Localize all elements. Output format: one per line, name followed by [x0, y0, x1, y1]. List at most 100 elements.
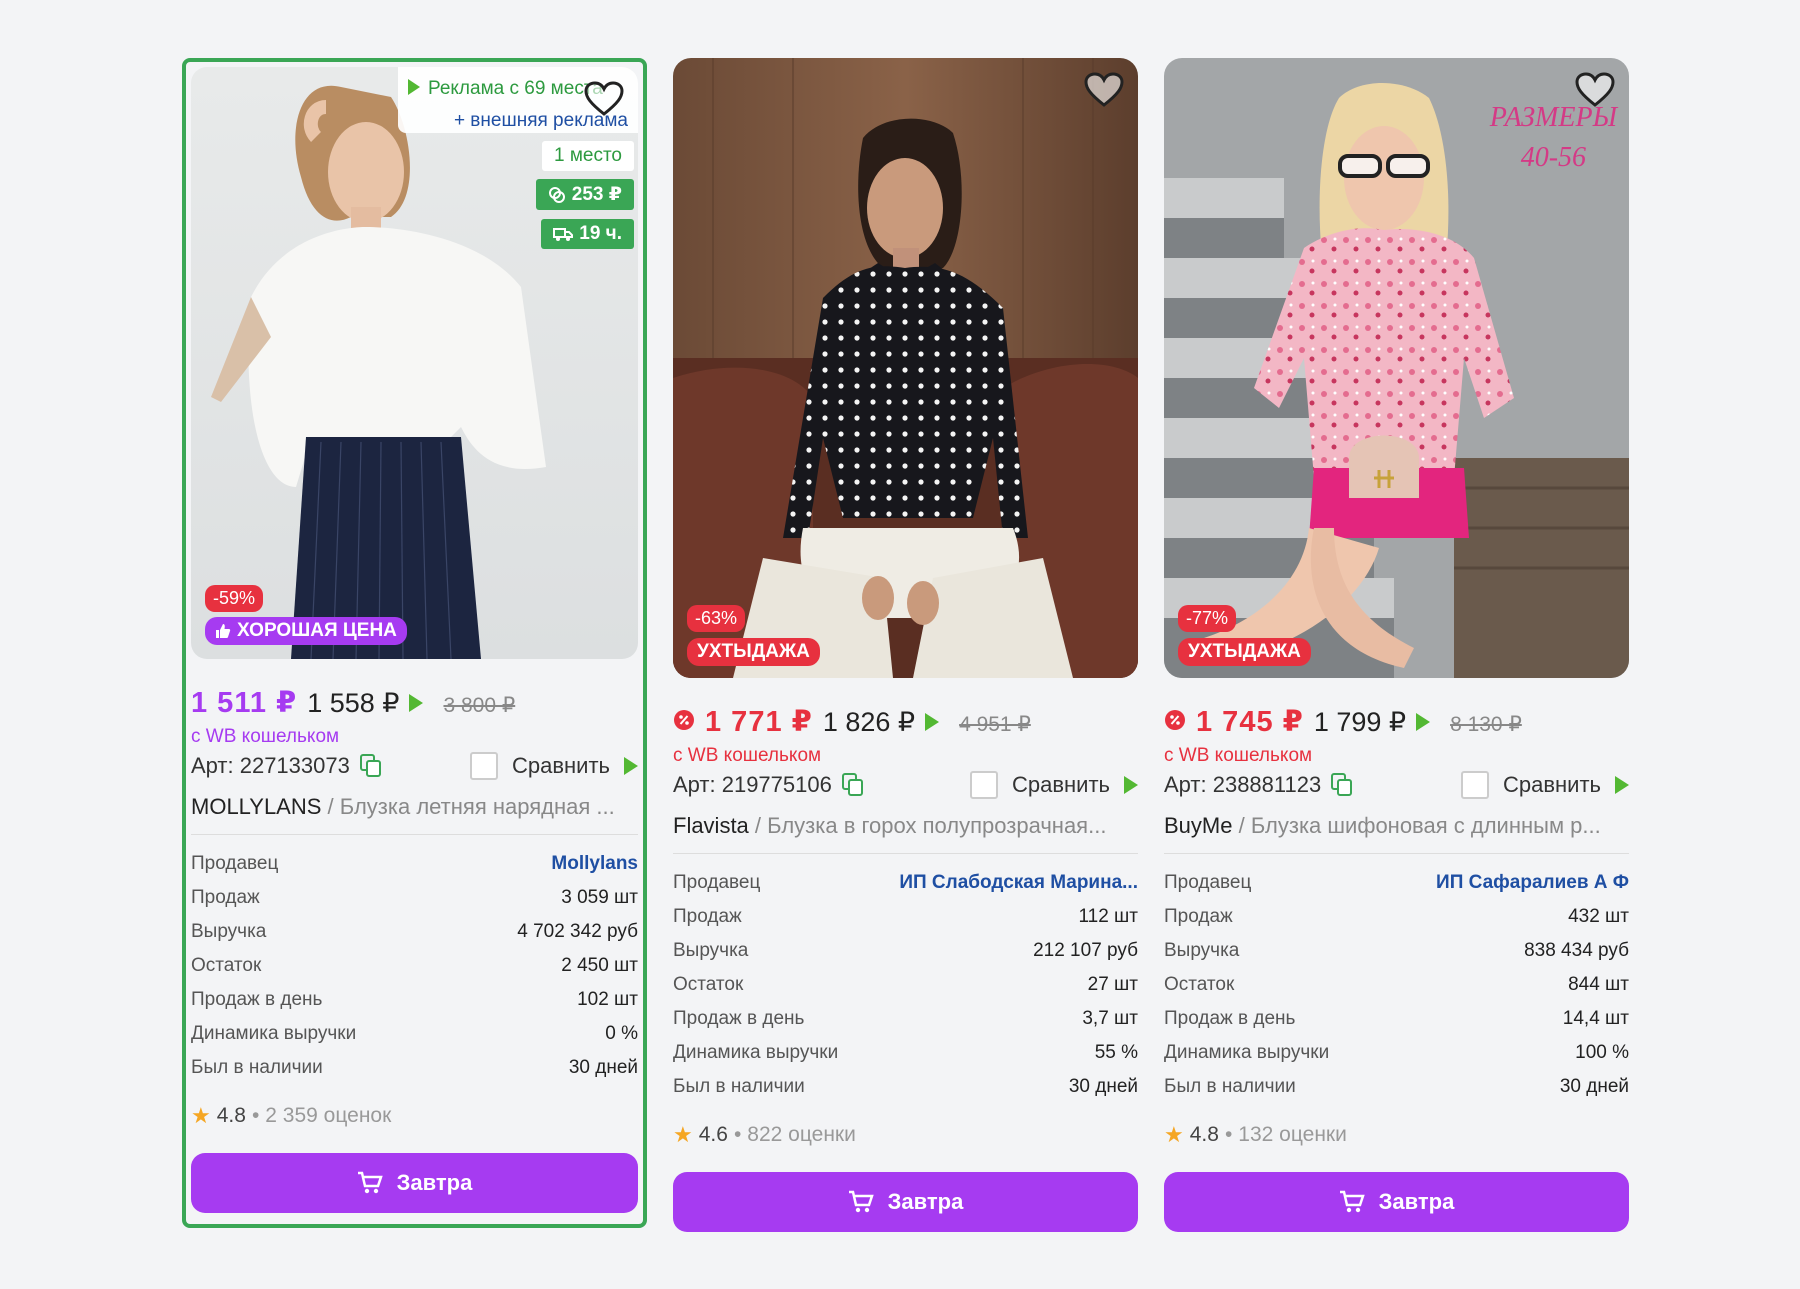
stat-row: Продаж в день 102 шт: [191, 983, 638, 1017]
stat-row: Остаток 2 450 шт: [191, 949, 638, 983]
add-to-cart-button[interactable]: Завтра: [191, 1153, 638, 1213]
stat-row: Продаж 432 шт: [1164, 900, 1629, 934]
stat-value: 2 450 шт: [561, 955, 638, 976]
product-photo[interactable]: РАЗМЕРЫ 40-56 -77% УХТЫДАЖА: [1164, 58, 1629, 678]
price-row: 1 745 ₽ 1 799 ₽ 8 130 ₽: [1164, 704, 1629, 739]
discount-badge: -63%: [687, 605, 746, 632]
product-image: [673, 58, 1138, 678]
star-icon: ★: [1164, 1122, 1184, 1147]
stat-value: 55 %: [1094, 1042, 1138, 1063]
compare-checkbox[interactable]: [969, 771, 998, 799]
rating-value: 4.8: [216, 1104, 246, 1127]
stat-value: 0 %: [605, 1023, 638, 1044]
compare-label: Сравнить: [1502, 772, 1601, 797]
price-row: 1 771 ₽ 1 826 ₽ 4 951 ₽: [673, 704, 1138, 739]
product-card[interactable]: РАЗМЕРЫ 40-56 -77% УХТЫДАЖА 1 745 ₽ 1 79…: [1164, 58, 1629, 1232]
sale-badge: УХТЫДАЖА: [1178, 638, 1311, 666]
play-icon: [1615, 776, 1629, 794]
stat-label: Продаж в день: [1164, 1008, 1296, 1029]
seller-link[interactable]: ИП Сафаралиев А Ф: [1436, 866, 1629, 900]
stats-table: Продавец Mollylans Продаж 3 059 шт Выручка…: [191, 847, 638, 1085]
stat-row: Был в наличии 30 дней: [673, 1070, 1138, 1104]
stat-label: Продавец: [191, 853, 279, 874]
divider: [1164, 853, 1629, 854]
stat-value: 14,4 шт: [1562, 1008, 1629, 1029]
rating-row: ★ 4.6 • 822 оценки: [673, 1122, 1138, 1148]
play-icon: [624, 757, 638, 775]
copy-icon[interactable]: [841, 773, 864, 797]
stat-value: 102 шт: [577, 989, 638, 1010]
stat-row: Динамика выручки 100 %: [1164, 1036, 1629, 1070]
stat-row: Выручка 212 107 руб: [673, 934, 1138, 968]
article: Арт: 219775106: [673, 772, 864, 798]
favorite-heart-icon[interactable]: [584, 81, 624, 117]
stat-row: Динамика выручки 55 %: [673, 1036, 1138, 1070]
article: Арт: 238881123: [1164, 772, 1353, 798]
wallet-note: с WB кошельком: [191, 726, 340, 747]
compare-toggle[interactable]: Сравнить: [969, 771, 1138, 799]
discount-badge: -77%: [1178, 605, 1237, 632]
favorite-heart-icon[interactable]: [1575, 72, 1615, 108]
stat-value: 838 434 руб: [1524, 940, 1629, 961]
button-label: Завтра: [396, 1170, 473, 1195]
button-label: Завтра: [1378, 1189, 1455, 1214]
product-title[interactable]: BuyMe / Блузка шифоновая с длинным р...: [1164, 813, 1629, 839]
stat-label: Динамика выручки: [191, 1023, 357, 1044]
stat-row: Остаток 844 шт: [1164, 968, 1629, 1002]
product-title[interactable]: Flavista / Блузка в горох полупрозрачная…: [673, 813, 1138, 839]
play-icon: [1124, 776, 1138, 794]
stat-label: Выручка: [673, 940, 749, 961]
thumbs-up-icon: [216, 624, 231, 638]
stats-table: Продавец ИП Слабодская Марина... Продаж 11…: [673, 866, 1138, 1104]
stat-value: 30 дней: [568, 1057, 638, 1078]
add-to-cart-button[interactable]: Завтра: [673, 1172, 1138, 1232]
stat-row: Был в наличии 30 дней: [1164, 1070, 1629, 1104]
stat-label: Динамика выручки: [673, 1042, 839, 1063]
stats-table: Продавец ИП Сафаралиев А Ф Продаж 432 шт В…: [1164, 866, 1629, 1104]
stat-label: Продавец: [673, 872, 761, 893]
stat-value: 844 шт: [1568, 974, 1629, 995]
product-title[interactable]: MOLLYLANS / Блузка летняя нарядная ...: [191, 794, 638, 820]
stat-label: Был в наличии: [191, 1057, 323, 1078]
article: Арт: 227133073: [191, 753, 382, 779]
seller-link[interactable]: ИП Слабодская Марина...: [899, 866, 1138, 900]
add-to-cart-button[interactable]: Завтра: [1164, 1172, 1629, 1232]
product-photo[interactable]: -63% УХТЫДАЖА: [673, 58, 1138, 678]
sale-badge: УХТЫДАЖА: [687, 638, 820, 666]
compare-toggle[interactable]: Сравнить: [469, 752, 638, 780]
play-icon: [408, 79, 420, 95]
wallet-price: 1 771 ₽: [705, 706, 813, 738]
compare-checkbox[interactable]: [469, 752, 498, 780]
product-card[interactable]: -63% УХТЫДАЖА 1 771 ₽ 1 826 ₽ 4 951 ₽ с …: [673, 58, 1138, 1232]
star-icon: ★: [673, 1122, 693, 1147]
play-icon: [409, 694, 424, 712]
seller-link[interactable]: Mollylans: [551, 847, 638, 881]
product-photo[interactable]: Реклама с 69 места + внешняя реклама 1 м…: [191, 67, 638, 659]
stat-value: 212 107 руб: [1033, 940, 1138, 961]
rating-dot: •: [1224, 1123, 1233, 1146]
copy-icon[interactable]: [1331, 773, 1353, 797]
title-separator: /: [748, 813, 768, 838]
stat-label: Выручка: [1164, 940, 1240, 961]
rating-value: 4.6: [698, 1123, 728, 1146]
play-icon: [1416, 713, 1431, 731]
compare-toggle[interactable]: Сравнить: [1460, 771, 1629, 799]
article-row: Арт: 219775106 Сравнить: [673, 771, 1138, 799]
reviews-count: 132 оценки: [1238, 1123, 1347, 1146]
copy-icon[interactable]: [359, 754, 382, 778]
stat-label: Был в наличии: [673, 1076, 805, 1097]
sale-tag-icon: [674, 710, 694, 730]
product-card[interactable]: Реклама с 69 места + внешняя реклама 1 м…: [182, 58, 647, 1228]
coins-icon: [548, 186, 565, 203]
price-row: 1 511 ₽ 1 558 ₽ 3 800 ₽: [191, 685, 638, 720]
cart-icon: [1339, 1190, 1365, 1213]
compare-checkbox[interactable]: [1460, 771, 1489, 799]
favorite-heart-icon[interactable]: [1084, 72, 1124, 108]
brand-name: BuyMe: [1164, 813, 1233, 838]
wallet-price: 1 511 ₽: [191, 687, 298, 719]
stat-value: 100 %: [1575, 1042, 1629, 1063]
article-row: Арт: 238881123 Сравнить: [1164, 771, 1629, 799]
rating-value: 4.8: [1189, 1123, 1219, 1146]
brand-name: MOLLYLANS: [191, 794, 322, 819]
stat-label: Продаж в день: [191, 989, 323, 1010]
